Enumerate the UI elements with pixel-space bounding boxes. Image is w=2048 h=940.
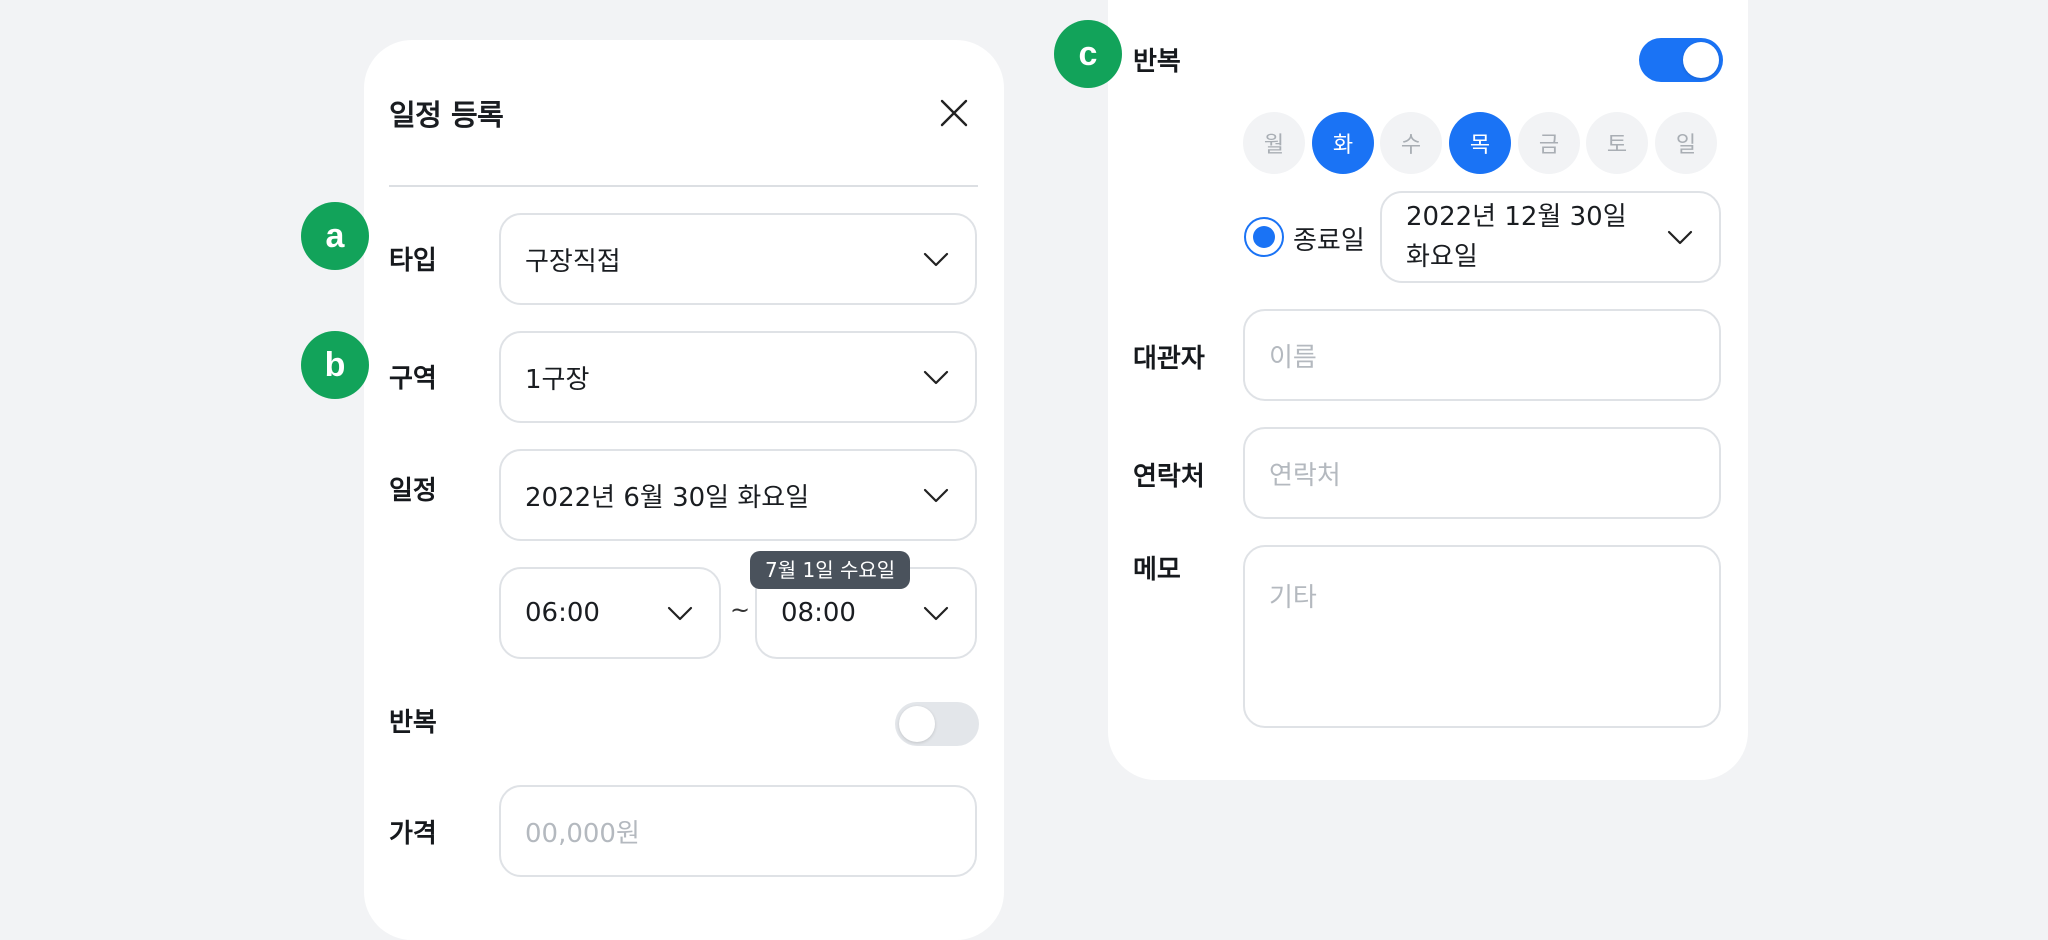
schedule-form-card: 일정 등록 타입 구장직접 구역 1구장 일정 2022년 6월 30일 화요일… xyxy=(364,40,1004,940)
date-select[interactable]: 2022년 6월 30일 화요일 xyxy=(499,449,977,541)
day-wed[interactable]: 수 xyxy=(1380,112,1442,174)
close-icon[interactable] xyxy=(939,98,969,128)
end-date-value: 2022년 12월 30일 화요일 xyxy=(1406,202,1627,272)
price-label: 가격 xyxy=(389,819,437,849)
contact-input[interactable]: 연락처 xyxy=(1243,427,1721,519)
toggle-knob xyxy=(1683,42,1719,78)
chevron-down-icon xyxy=(923,252,949,267)
day-mon[interactable]: 월 xyxy=(1243,112,1305,174)
price-input[interactable]: 00,000원 xyxy=(499,785,977,877)
schedule-label: 일정 xyxy=(389,476,437,506)
day-sat[interactable]: 토 xyxy=(1586,112,1648,174)
day-tue[interactable]: 화 xyxy=(1312,112,1374,174)
memo-textarea[interactable]: 기타 xyxy=(1243,545,1721,728)
type-label: 타입 xyxy=(389,246,437,276)
time-separator: ~ xyxy=(730,596,751,624)
chevron-down-icon xyxy=(923,606,949,621)
chevron-down-icon xyxy=(923,488,949,503)
memo-placeholder: 기타 xyxy=(1269,583,1317,613)
renter-name-input[interactable]: 이름 xyxy=(1243,309,1721,401)
renter-placeholder: 이름 xyxy=(1269,342,1317,373)
radio-dot xyxy=(1253,226,1275,248)
start-time-value: 06:00 xyxy=(525,598,600,628)
end-time-value: 08:00 xyxy=(781,598,856,628)
area-value: 1구장 xyxy=(525,364,590,395)
repeat-toggle[interactable] xyxy=(895,702,979,746)
type-select[interactable]: 구장직접 xyxy=(499,213,977,305)
repeat-panel-toggle[interactable] xyxy=(1639,38,1723,82)
start-time-select[interactable]: 06:00 xyxy=(499,567,721,659)
contact-placeholder: 연락처 xyxy=(1269,460,1341,491)
contact-label: 연락처 xyxy=(1133,462,1205,492)
area-label: 구역 xyxy=(389,364,437,394)
area-select[interactable]: 1구장 xyxy=(499,331,977,423)
date-value: 2022년 6월 30일 화요일 xyxy=(525,482,810,513)
price-placeholder: 00,000원 xyxy=(525,818,640,849)
chevron-down-icon xyxy=(667,606,693,621)
day-fri[interactable]: 금 xyxy=(1518,112,1580,174)
annotation-badge-a: a xyxy=(301,202,369,270)
repeat-panel-label: 반복 xyxy=(1133,47,1181,77)
form-title: 일정 등록 xyxy=(389,98,504,132)
header-divider xyxy=(389,185,978,187)
repeat-settings-card: 반복 월 화 수 목 금 토 일 종료일 2022년 12월 30일 화요일 대관… xyxy=(1108,0,1748,780)
day-thu[interactable]: 목 xyxy=(1449,112,1511,174)
renter-label: 대관자 xyxy=(1133,344,1205,374)
day-sun[interactable]: 일 xyxy=(1655,112,1717,174)
chevron-down-icon xyxy=(923,370,949,385)
type-value: 구장직접 xyxy=(525,246,621,277)
memo-label: 메모 xyxy=(1133,555,1181,585)
end-date-select[interactable]: 2022년 12월 30일 화요일 xyxy=(1380,191,1721,283)
end-date-tooltip: 7월 1일 수요일 xyxy=(750,551,911,589)
end-date-label: 종료일 xyxy=(1293,226,1365,256)
annotation-badge-b: b xyxy=(301,331,369,399)
repeat-label: 반복 xyxy=(389,708,437,738)
annotation-badge-c: c xyxy=(1054,20,1122,88)
chevron-down-icon xyxy=(1667,230,1693,245)
end-date-radio[interactable] xyxy=(1244,217,1284,257)
toggle-knob xyxy=(899,706,935,742)
